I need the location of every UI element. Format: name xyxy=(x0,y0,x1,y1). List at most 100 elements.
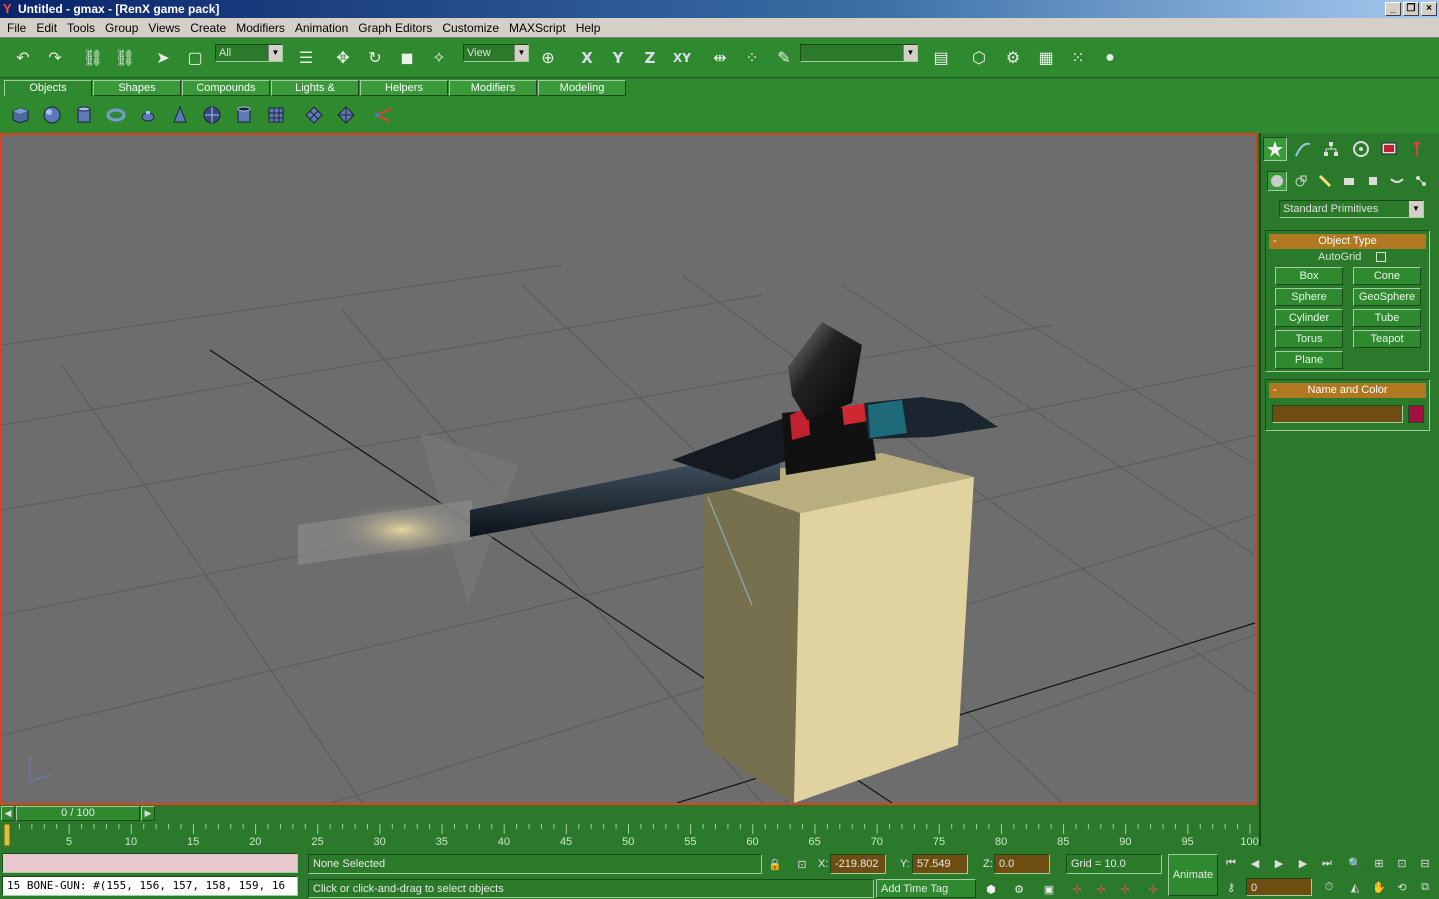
menu-views[interactable]: Views xyxy=(143,21,185,35)
utilities-panel-icon[interactable] xyxy=(1405,137,1429,161)
select-and-scale-icon[interactable]: ◼ xyxy=(394,45,420,71)
time-configuration-icon[interactable]: ⏱ xyxy=(1320,878,1338,896)
space-warps-category-icon[interactable] xyxy=(1387,171,1407,191)
tube-button[interactable]: Tube xyxy=(1353,309,1421,327)
restrict-y-button[interactable]: Y xyxy=(605,45,631,71)
grid-helper-icon[interactable] xyxy=(302,103,326,127)
zoom-icon[interactable]: 🔍 xyxy=(1346,854,1364,872)
perspective-viewport[interactable] xyxy=(0,133,1257,805)
primitive-category-dropdown[interactable]: Standard Primitives ▼ xyxy=(1279,200,1424,218)
maximize-viewport-icon[interactable]: ⧉ xyxy=(1416,878,1434,896)
go-to-start-icon[interactable]: ⏮ xyxy=(1222,854,1240,872)
helpers-category-icon[interactable] xyxy=(1363,171,1383,191)
object-name-input[interactable] xyxy=(1272,405,1403,423)
select-object-icon[interactable]: ➤ xyxy=(150,45,176,71)
percent-snap-icon[interactable]: ✢ xyxy=(1116,880,1134,898)
systems-category-icon[interactable] xyxy=(1411,171,1431,191)
time-slider[interactable]: 0 / 100 xyxy=(16,806,140,821)
display-panel-icon[interactable] xyxy=(1377,137,1401,161)
material-editor-icon[interactable]: ⬡ xyxy=(966,45,992,71)
geosphere-icon[interactable] xyxy=(200,103,224,127)
box-icon[interactable] xyxy=(8,103,32,127)
maxscript-output[interactable]: 15 BONE-GUN: #(155, 156, 157, 158, 159, … xyxy=(2,876,298,896)
animate-button[interactable]: Animate xyxy=(1168,854,1218,896)
rectangular-selection-icon[interactable]: ▢ xyxy=(182,45,208,71)
go-to-end-icon[interactable]: ⏭ xyxy=(1318,854,1336,872)
menu-create[interactable]: Create xyxy=(185,21,231,35)
key-mode-icon[interactable]: ⚷ xyxy=(1222,878,1240,896)
time-prev-arrow-icon[interactable]: ◀ xyxy=(1,806,15,821)
restore-button[interactable]: ❐ xyxy=(1403,2,1419,16)
menu-group[interactable]: Group xyxy=(100,21,143,35)
restrict-xy-button[interactable]: XY xyxy=(669,45,695,71)
z-coordinate-field[interactable]: 0.0 xyxy=(994,854,1050,874)
create-panel-icon[interactable] xyxy=(1263,137,1287,161)
select-and-manipulate-icon[interactable]: ✧ xyxy=(426,45,452,71)
sphere-button[interactable]: Sphere xyxy=(1275,288,1343,306)
maxscript-listener-input[interactable] xyxy=(2,853,298,873)
geometry-category-icon[interactable] xyxy=(1267,171,1287,191)
angle-snap-icon[interactable]: ✢ xyxy=(1092,880,1110,898)
named-selection-dropdown[interactable]: ▼ xyxy=(800,44,918,62)
tab-objects[interactable]: Objects xyxy=(4,80,92,96)
geosphere-button[interactable]: GeoSphere xyxy=(1353,288,1421,306)
undo-icon[interactable]: ↶ xyxy=(10,45,36,71)
menu-animation[interactable]: Animation xyxy=(290,21,353,35)
menu-maxscript[interactable]: MAXScript xyxy=(504,21,571,35)
object-type-header[interactable]: - Object Type xyxy=(1269,234,1426,249)
box-button[interactable]: Box xyxy=(1275,267,1343,285)
track-bar-ruler[interactable]: 5 10 15 20 25 30 35 40 45 50 55 60 65 70 75 80 85 90 95 100 xyxy=(0,822,1259,850)
mirror-icon[interactable]: ⇹ xyxy=(707,45,733,71)
tab-modifiers[interactable]: Modifiers xyxy=(449,80,537,96)
unlink-selection-icon[interactable]: ⛓ xyxy=(112,45,138,71)
zoom-all-icon[interactable]: ⊞ xyxy=(1370,854,1388,872)
play-icon[interactable]: ▶ xyxy=(1270,854,1288,872)
arc-rotate-icon[interactable]: ⟲ xyxy=(1393,878,1411,896)
select-and-rotate-icon[interactable]: ↻ xyxy=(362,45,388,71)
sphere-icon[interactable] xyxy=(40,103,64,127)
pivot-center-icon[interactable]: ⊕ xyxy=(535,45,561,71)
motion-panel-icon[interactable] xyxy=(1349,137,1373,161)
plane-icon[interactable] xyxy=(264,103,288,127)
cone-button[interactable]: Cone xyxy=(1353,267,1421,285)
selection-filter-dropdown[interactable]: All ▼ xyxy=(215,44,283,62)
x-coordinate-field[interactable]: -219.802 xyxy=(830,854,886,874)
cylinder-icon[interactable] xyxy=(72,103,96,127)
current-frame-field[interactable]: 0 xyxy=(1246,878,1312,896)
y-coordinate-field[interactable]: 57.549 xyxy=(912,854,968,874)
menu-file[interactable]: File xyxy=(2,21,31,35)
array-icon[interactable]: ⁘ xyxy=(739,45,765,71)
tab-lights-cameras[interactable]: Lights & Cameras xyxy=(271,80,359,108)
spinner-snap-icon[interactable]: ✢ xyxy=(1144,880,1162,898)
tab-shapes[interactable]: Shapes xyxy=(93,80,181,96)
color-balls-icon[interactable]: ● xyxy=(1097,45,1123,71)
object-properties-icon[interactable]: ⁙ xyxy=(1065,45,1091,71)
menu-tools[interactable]: Tools xyxy=(62,21,100,35)
menu-help[interactable]: Help xyxy=(571,21,606,35)
tab-modeling[interactable]: Modeling xyxy=(538,80,626,96)
zoom-extents-icon[interactable]: ⊡ xyxy=(1393,854,1411,872)
track-view-icon[interactable]: ▤ xyxy=(928,45,954,71)
cameras-category-icon[interactable] xyxy=(1339,171,1359,191)
restrict-z-button[interactable]: Z xyxy=(637,45,663,71)
viewport-shading-icon[interactable]: ⬢ xyxy=(982,880,1000,898)
redo-icon[interactable]: ↷ xyxy=(42,45,68,71)
bone-icon[interactable] xyxy=(372,103,396,127)
select-and-move-icon[interactable]: ✥ xyxy=(330,45,356,71)
lights-category-icon[interactable] xyxy=(1315,171,1335,191)
plane-button[interactable]: Plane xyxy=(1275,351,1343,369)
tab-helpers[interactable]: Helpers xyxy=(360,80,448,96)
align-icon[interactable]: ✎ xyxy=(771,45,797,71)
time-next-arrow-icon[interactable]: ▶ xyxy=(141,806,155,821)
autogrid-checkbox[interactable] xyxy=(1376,252,1386,262)
cylinder-button[interactable]: Cylinder xyxy=(1275,309,1343,327)
cube-view-icon[interactable]: ▣ xyxy=(1040,880,1058,898)
zoom-extents-all-icon[interactable]: ⊟ xyxy=(1416,854,1434,872)
menu-graph-editors[interactable]: Graph Editors xyxy=(353,21,437,35)
restrict-x-button[interactable]: X xyxy=(574,45,600,71)
tab-compounds[interactable]: Compounds xyxy=(182,80,270,96)
teapot-button[interactable]: Teapot xyxy=(1353,330,1421,348)
close-button[interactable]: × xyxy=(1421,2,1437,16)
menu-customize[interactable]: Customize xyxy=(437,21,504,35)
menu-edit[interactable]: Edit xyxy=(31,21,62,35)
